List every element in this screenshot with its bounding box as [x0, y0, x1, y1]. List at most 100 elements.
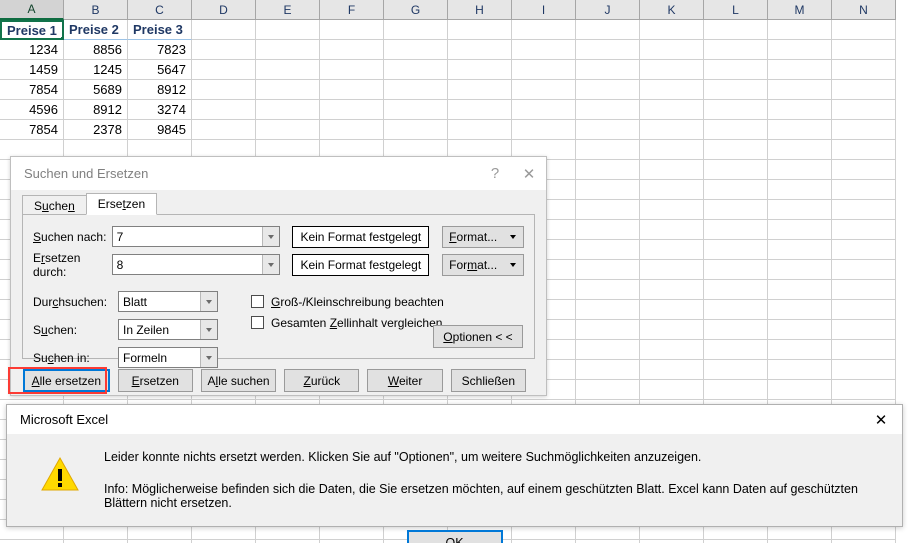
find-input[interactable]: 7 [111, 226, 281, 247]
cell-L2[interactable] [704, 40, 768, 60]
cell-N14[interactable] [832, 280, 896, 300]
cell-I1[interactable] [512, 20, 576, 40]
cell-K3[interactable] [640, 60, 704, 80]
tab-suchen[interactable]: Suchen [22, 195, 87, 215]
cell-N15[interactable] [832, 300, 896, 320]
cell-M18[interactable] [768, 360, 832, 380]
checkbox-match-entire-cell[interactable]: Gesamten Zellinhalt vergleichen [251, 312, 444, 333]
find-format-dropdown-icon[interactable] [510, 234, 517, 239]
cell-H5[interactable] [448, 100, 512, 120]
cell-F4[interactable] [320, 80, 384, 100]
cell-K18[interactable] [640, 360, 704, 380]
cell-L19[interactable] [704, 380, 768, 400]
cell-N6[interactable] [832, 120, 896, 140]
cell-J1[interactable] [576, 20, 640, 40]
cell-G6[interactable] [384, 120, 448, 140]
cell-J5[interactable] [576, 100, 640, 120]
cell-K5[interactable] [640, 100, 704, 120]
column-header-l[interactable]: L [704, 0, 768, 20]
cell-M4[interactable] [768, 80, 832, 100]
cell-L11[interactable] [704, 220, 768, 240]
cell-L7[interactable] [704, 140, 768, 160]
cell-K19[interactable] [640, 380, 704, 400]
column-header-m[interactable]: M [768, 0, 832, 20]
cell-I5[interactable] [512, 100, 576, 120]
cell-N7[interactable] [832, 140, 896, 160]
cell-J6[interactable] [576, 120, 640, 140]
cell-I3[interactable] [512, 60, 576, 80]
cell-M2[interactable] [768, 40, 832, 60]
cell-F5[interactable] [320, 100, 384, 120]
cell-L1[interactable] [704, 20, 768, 40]
cell-B6[interactable]: 2378 [64, 120, 128, 140]
cell-N16[interactable] [832, 320, 896, 340]
replace-dropdown-icon[interactable] [262, 255, 280, 274]
cell-N9[interactable] [832, 180, 896, 200]
match-case-checkbox-icon[interactable] [251, 295, 264, 308]
column-header-e[interactable]: E [256, 0, 320, 20]
cell-L15[interactable] [704, 300, 768, 320]
find-dropdown-icon[interactable] [262, 227, 280, 246]
column-header-b[interactable]: B [64, 0, 128, 20]
cell-L13[interactable] [704, 260, 768, 280]
cell-N13[interactable] [832, 260, 896, 280]
column-header-n[interactable]: N [832, 0, 896, 20]
cell-N12[interactable] [832, 240, 896, 260]
cell-N4[interactable] [832, 80, 896, 100]
cell-H4[interactable] [448, 80, 512, 100]
column-header-c[interactable]: C [128, 0, 192, 20]
cell-I4[interactable] [512, 80, 576, 100]
cell-C1[interactable]: Preise 3 [128, 20, 192, 40]
cell-M14[interactable] [768, 280, 832, 300]
match-entire-cell-checkbox-icon[interactable] [251, 316, 264, 329]
cell-M13[interactable] [768, 260, 832, 280]
cell-H6[interactable] [448, 120, 512, 140]
cell-K2[interactable] [640, 40, 704, 60]
cell-L18[interactable] [704, 360, 768, 380]
cell-F2[interactable] [320, 40, 384, 60]
cell-N18[interactable] [832, 360, 896, 380]
replace-input[interactable]: 8 [111, 254, 281, 275]
cell-J7[interactable] [576, 140, 640, 160]
cell-K17[interactable] [640, 340, 704, 360]
cell-K4[interactable] [640, 80, 704, 100]
cell-N17[interactable] [832, 340, 896, 360]
ok-button[interactable]: OK [406, 530, 503, 543]
cell-M11[interactable] [768, 220, 832, 240]
search-in-select[interactable]: Blatt [118, 291, 218, 312]
checkbox-match-case[interactable]: Groß-/Kleinschreibung beachten [251, 291, 444, 312]
cell-J3[interactable] [576, 60, 640, 80]
cell-M10[interactable] [768, 200, 832, 220]
cell-H1[interactable] [448, 20, 512, 40]
cell-A5[interactable]: 4596 [0, 100, 64, 120]
cell-D5[interactable] [192, 100, 256, 120]
column-header-g[interactable]: G [384, 0, 448, 20]
cell-J17[interactable] [576, 340, 640, 360]
cell-J4[interactable] [576, 80, 640, 100]
cell-B4[interactable]: 5689 [64, 80, 128, 100]
cell-J12[interactable] [576, 240, 640, 260]
cell-K11[interactable] [640, 220, 704, 240]
cell-N8[interactable] [832, 160, 896, 180]
column-header-f[interactable]: F [320, 0, 384, 20]
cell-K9[interactable] [640, 180, 704, 200]
cell-J10[interactable] [576, 200, 640, 220]
cell-N3[interactable] [832, 60, 896, 80]
cell-C2[interactable]: 7823 [128, 40, 192, 60]
cell-J15[interactable] [576, 300, 640, 320]
cell-E5[interactable] [256, 100, 320, 120]
cell-M1[interactable] [768, 20, 832, 40]
cell-G1[interactable] [384, 20, 448, 40]
cell-N2[interactable] [832, 40, 896, 60]
search-select[interactable]: In Zeilen [118, 319, 218, 340]
cell-J8[interactable] [576, 160, 640, 180]
cell-L6[interactable] [704, 120, 768, 140]
cell-M12[interactable] [768, 240, 832, 260]
column-header-h[interactable]: H [448, 0, 512, 20]
cell-G2[interactable] [384, 40, 448, 60]
replace-format-dropdown-icon[interactable] [510, 262, 517, 267]
cell-N10[interactable] [832, 200, 896, 220]
cell-A6[interactable]: 7854 [0, 120, 64, 140]
cell-G4[interactable] [384, 80, 448, 100]
cell-D2[interactable] [192, 40, 256, 60]
